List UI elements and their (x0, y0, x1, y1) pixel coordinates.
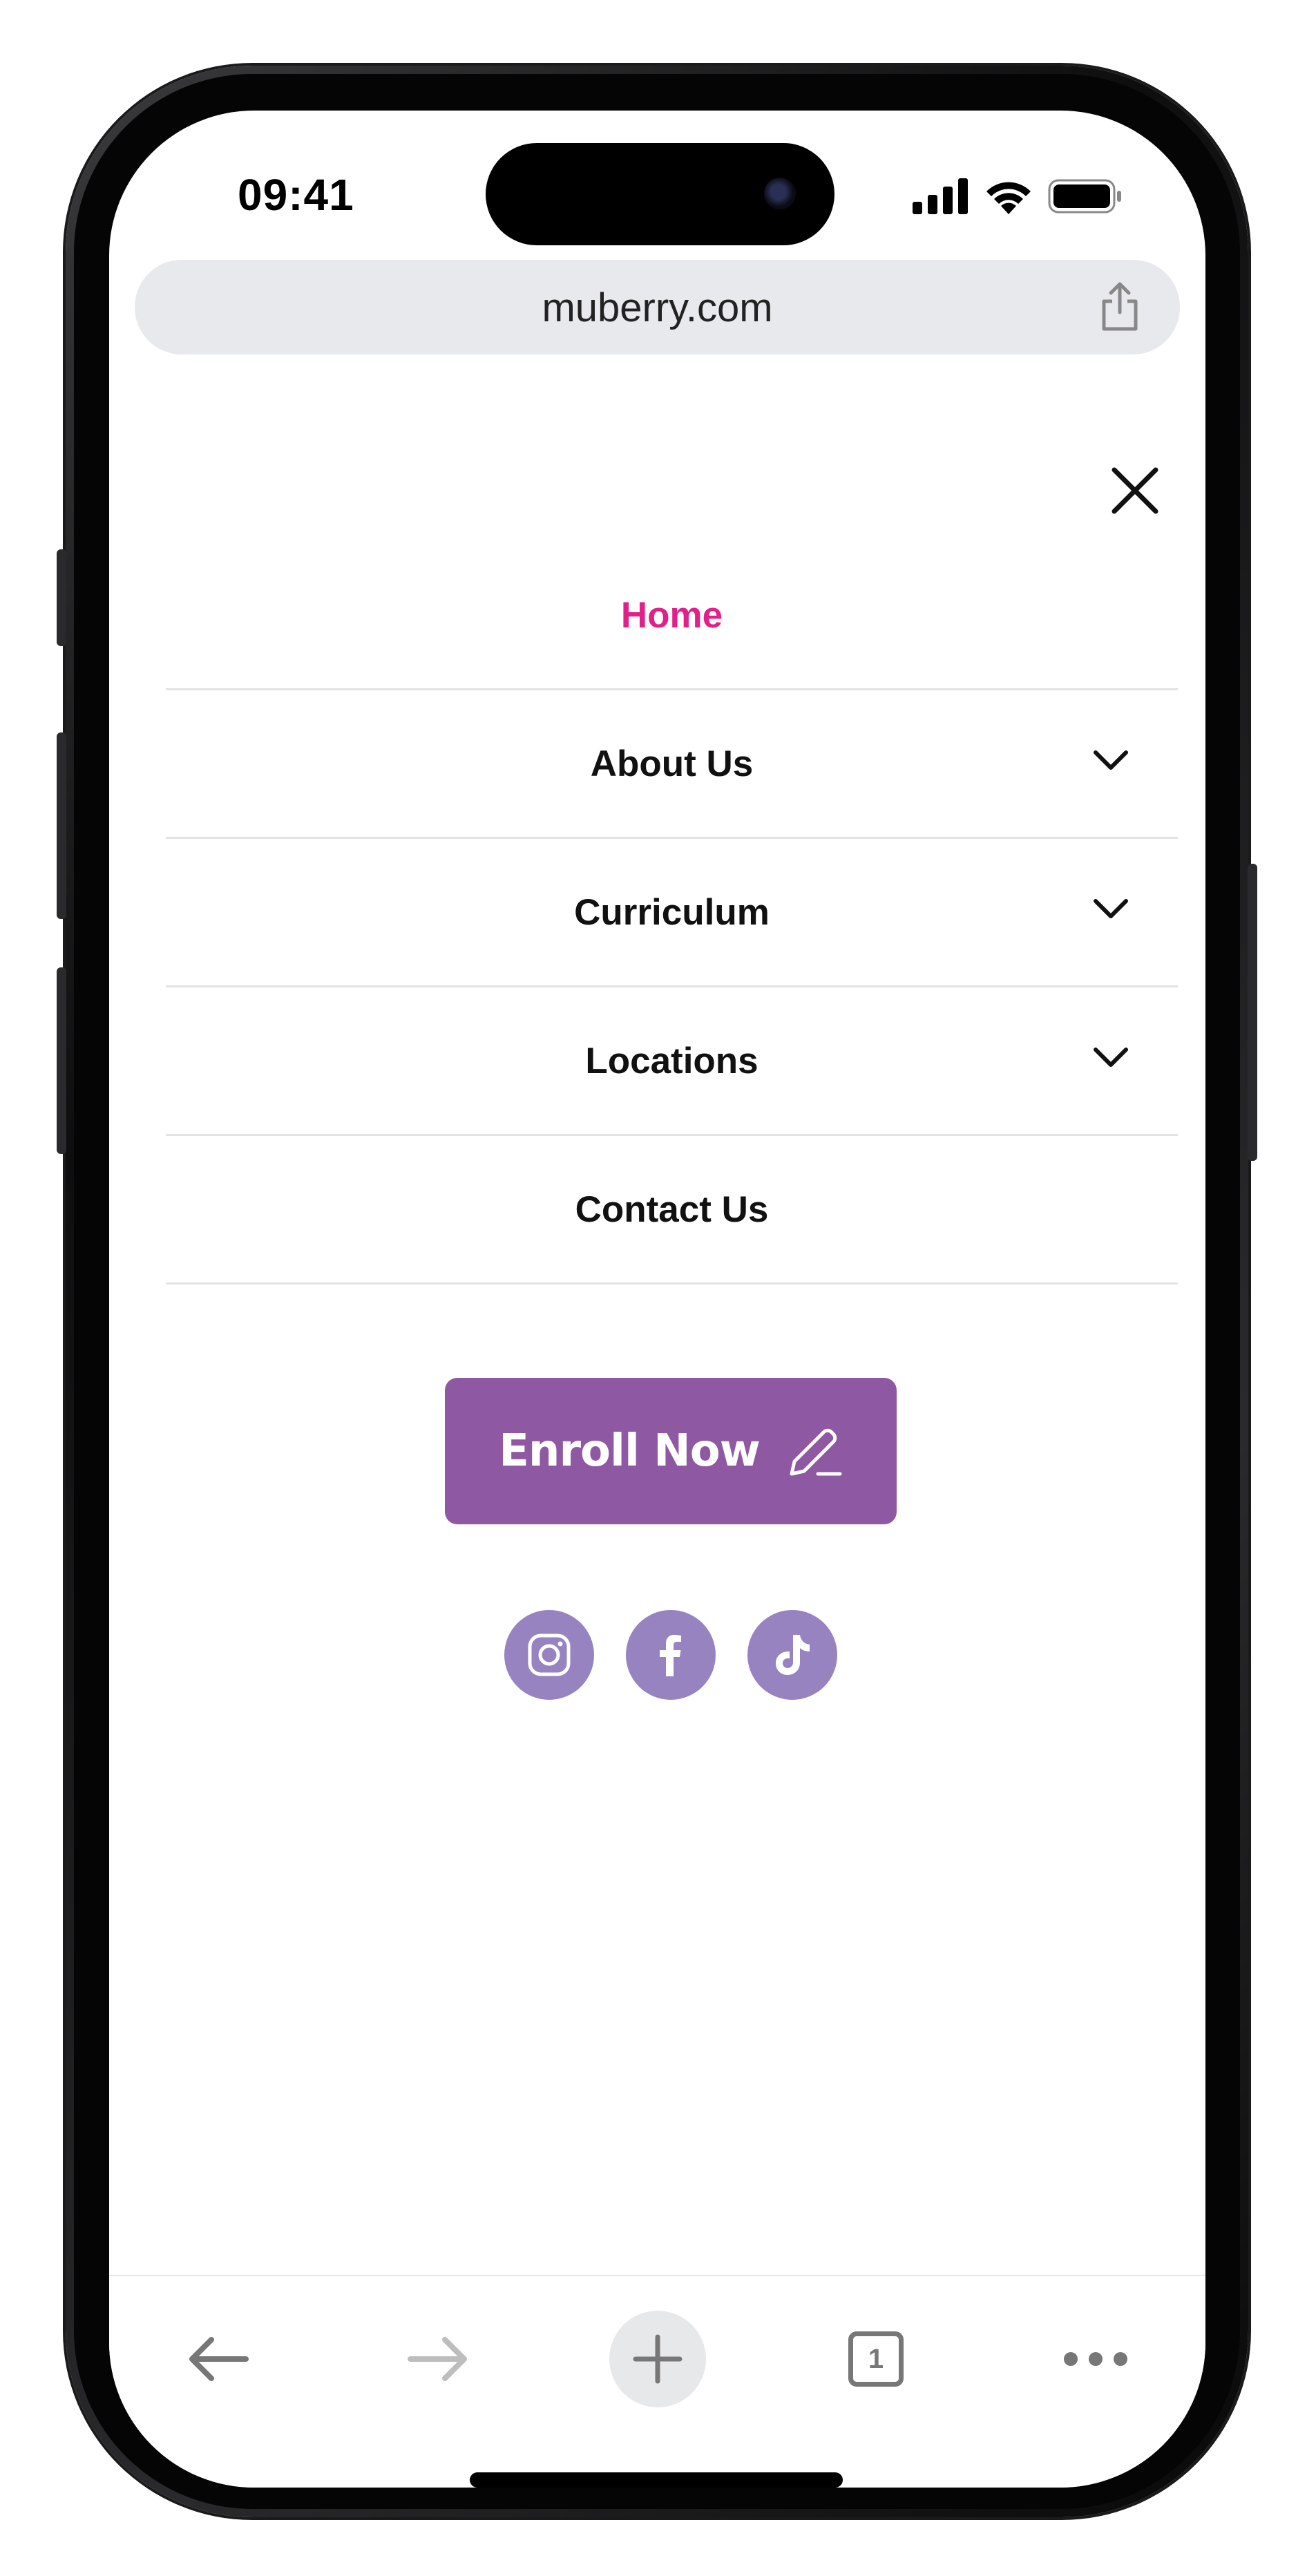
close-icon[interactable] (1109, 464, 1161, 517)
tiktok-link[interactable] (747, 1610, 837, 1700)
menu-item-label: Contact Us (575, 1188, 769, 1230)
menu-item-label: Locations (585, 1040, 759, 1081)
forward-arrow-icon (408, 2337, 467, 2381)
new-tab-button[interactable] (609, 2311, 706, 2407)
menu-item-label: Curriculum (574, 891, 770, 933)
share-icon[interactable] (1096, 281, 1144, 333)
instagram-link[interactable] (504, 1610, 594, 1700)
tabs-count-box: 1 (848, 2331, 904, 2387)
tiktok-icon (776, 1635, 810, 1675)
enroll-now-label: Enroll Now (499, 1426, 761, 1477)
enroll-now-button[interactable]: Enroll Now (445, 1378, 897, 1524)
more-dots-icon (1064, 2352, 1127, 2366)
nav-menu: Home About Us Curriculum Locations Conta… (166, 542, 1178, 1285)
status-time: 09:41 (238, 170, 354, 220)
power-button (1248, 864, 1257, 1161)
menu-item-curriculum[interactable]: Curriculum (166, 839, 1178, 987)
battery-icon (1048, 179, 1121, 214)
plus-icon (633, 2334, 683, 2384)
back-arrow-icon (189, 2337, 249, 2381)
screen: 09:41 muberry.com Home About Us Curricul… (109, 111, 1205, 2488)
status-icons (913, 178, 1123, 214)
facebook-icon (660, 1635, 681, 1676)
home-indicator[interactable] (470, 2472, 843, 2488)
forward-button[interactable] (390, 2311, 486, 2407)
more-button[interactable] (1047, 2311, 1144, 2407)
tabs-count: 1 (868, 2343, 884, 2374)
browser-toolbar: 1 (109, 2275, 1205, 2488)
social-links (504, 1610, 837, 1700)
menu-item-home[interactable]: Home (166, 542, 1178, 690)
menu-item-locations[interactable]: Locations (166, 987, 1178, 1136)
instagram-icon (528, 1633, 571, 1676)
address-bar[interactable]: muberry.com (135, 260, 1180, 354)
mute-switch (57, 549, 66, 646)
back-button[interactable] (170, 2311, 267, 2407)
menu-item-contact-us[interactable]: Contact Us (166, 1136, 1178, 1285)
chevron-down-icon[interactable] (1092, 1044, 1129, 1072)
menu-item-label: Home (620, 594, 723, 636)
wifi-icon (986, 182, 1031, 214)
volume-down-button (57, 967, 66, 1154)
volume-up-button (57, 732, 66, 919)
chevron-down-icon[interactable] (1092, 896, 1129, 923)
url-text[interactable]: muberry.com (135, 285, 1180, 331)
menu-item-about-us[interactable]: About Us (166, 690, 1178, 839)
chevron-down-icon[interactable] (1092, 747, 1129, 775)
signal-icon (913, 178, 968, 214)
menu-item-label: About Us (590, 743, 754, 784)
dynamic-island (486, 143, 834, 245)
facebook-link[interactable] (626, 1610, 716, 1700)
pencil-icon (790, 1428, 842, 1476)
tabs-button[interactable]: 1 (828, 2311, 924, 2407)
